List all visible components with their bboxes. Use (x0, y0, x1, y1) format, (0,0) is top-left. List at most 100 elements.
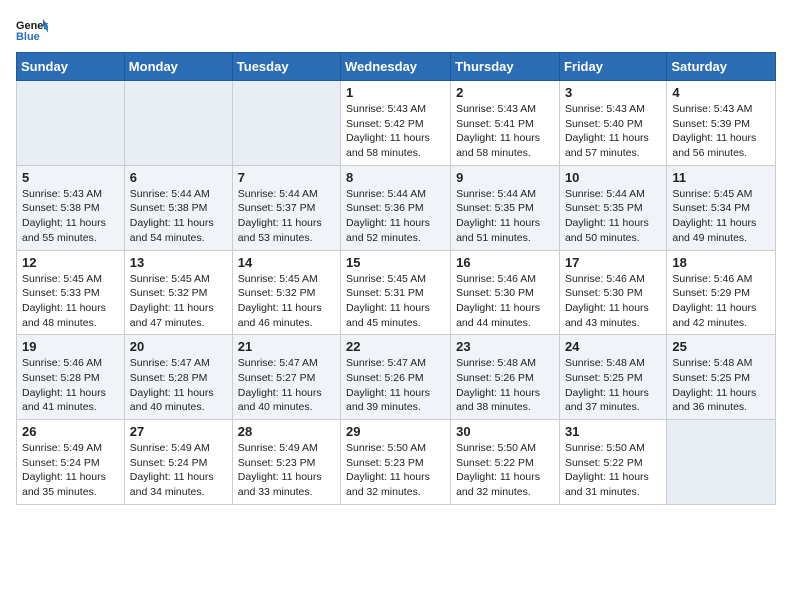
calendar-cell: 23 Sunrise: 5:48 AM Sunset: 5:26 PM Dayli… (451, 335, 560, 420)
day-number: 8 (346, 170, 445, 185)
day-number: 17 (565, 255, 661, 270)
day-info: Sunrise: 5:44 AM Sunset: 5:35 PM Dayligh… (565, 187, 661, 246)
day-info: Sunrise: 5:50 AM Sunset: 5:23 PM Dayligh… (346, 441, 445, 500)
day-number: 6 (130, 170, 227, 185)
calendar-cell: 21 Sunrise: 5:47 AM Sunset: 5:27 PM Dayli… (232, 335, 340, 420)
week-row-4: 19Sunrise: 5:46 AM Sunset: 5:28 PM Dayli… (17, 335, 776, 420)
day-number: 27 (130, 424, 227, 439)
day-number: 13 (130, 255, 227, 270)
calendar-cell: 24 Sunrise: 5:48 AM Sunset: 5:25 PM Dayli… (559, 335, 666, 420)
day-number: 25 (672, 339, 770, 354)
day-info: Sunrise: 5:46 AM Sunset: 5:30 PM Dayligh… (456, 272, 554, 331)
page-header: General Blue (16, 16, 776, 44)
day-number: 18 (672, 255, 770, 270)
day-number: 29 (346, 424, 445, 439)
day-info: Sunrise: 5:49 AM Sunset: 5:23 PM Dayligh… (238, 441, 335, 500)
calendar-cell: 30Sunrise: 5:50 AM Sunset: 5:22 PM Dayli… (451, 420, 560, 505)
day-info: Sunrise: 5:47 AM Sunset: 5:27 PM Dayligh… (238, 356, 335, 415)
logo: General Blue (16, 16, 48, 44)
calendar-cell: 19Sunrise: 5:46 AM Sunset: 5:28 PM Dayli… (17, 335, 125, 420)
day-number: 22 (346, 339, 445, 354)
calendar-cell (17, 81, 125, 166)
day-info: Sunrise: 5:44 AM Sunset: 5:35 PM Dayligh… (456, 187, 554, 246)
day-info: Sunrise: 5:48 AM Sunset: 5:25 PM Dayligh… (672, 356, 770, 415)
weekday-header-tuesday: Tuesday (232, 53, 340, 81)
day-number: 2 (456, 85, 554, 100)
calendar-cell: 29 Sunrise: 5:50 AM Sunset: 5:23 PM Dayli… (341, 420, 451, 505)
day-number: 10 (565, 170, 661, 185)
day-info: Sunrise: 5:44 AM Sunset: 5:37 PM Dayligh… (238, 187, 335, 246)
day-info: Sunrise: 5:45 AM Sunset: 5:32 PM Dayligh… (130, 272, 227, 331)
logo-icon: General Blue (16, 16, 48, 44)
day-info: Sunrise: 5:50 AM Sunset: 5:22 PM Dayligh… (456, 441, 554, 500)
weekday-header-monday: Monday (124, 53, 232, 81)
calendar-cell: 11 Sunrise: 5:45 AM Sunset: 5:34 PM Dayli… (667, 165, 776, 250)
calendar-cell: 28 Sunrise: 5:49 AM Sunset: 5:23 PM Dayli… (232, 420, 340, 505)
day-info: Sunrise: 5:46 AM Sunset: 5:30 PM Dayligh… (565, 272, 661, 331)
day-info: Sunrise: 5:46 AM Sunset: 5:28 PM Dayligh… (22, 356, 119, 415)
day-info: Sunrise: 5:44 AM Sunset: 5:38 PM Dayligh… (130, 187, 227, 246)
day-number: 24 (565, 339, 661, 354)
day-info: Sunrise: 5:48 AM Sunset: 5:26 PM Dayligh… (456, 356, 554, 415)
calendar-table: SundayMondayTuesdayWednesdayThursdayFrid… (16, 52, 776, 505)
weekday-header-saturday: Saturday (667, 53, 776, 81)
calendar-cell: 9Sunrise: 5:44 AM Sunset: 5:35 PM Daylig… (451, 165, 560, 250)
calendar-cell: 3Sunrise: 5:43 AM Sunset: 5:40 PM Daylig… (559, 81, 666, 166)
day-number: 3 (565, 85, 661, 100)
weekday-header-wednesday: Wednesday (341, 53, 451, 81)
day-number: 20 (130, 339, 227, 354)
day-number: 23 (456, 339, 554, 354)
day-info: Sunrise: 5:50 AM Sunset: 5:22 PM Dayligh… (565, 441, 661, 500)
day-number: 1 (346, 85, 445, 100)
day-info: Sunrise: 5:43 AM Sunset: 5:38 PM Dayligh… (22, 187, 119, 246)
calendar-cell: 14 Sunrise: 5:45 AM Sunset: 5:32 PM Dayli… (232, 250, 340, 335)
day-info: Sunrise: 5:43 AM Sunset: 5:41 PM Dayligh… (456, 102, 554, 161)
day-number: 31 (565, 424, 661, 439)
day-info: Sunrise: 5:44 AM Sunset: 5:36 PM Dayligh… (346, 187, 445, 246)
day-number: 15 (346, 255, 445, 270)
week-row-5: 26 Sunrise: 5:49 AM Sunset: 5:24 PM Dayli… (17, 420, 776, 505)
day-info: Sunrise: 5:49 AM Sunset: 5:24 PM Dayligh… (130, 441, 227, 500)
day-number: 16 (456, 255, 554, 270)
day-info: Sunrise: 5:43 AM Sunset: 5:39 PM Dayligh… (672, 102, 770, 161)
day-info: Sunrise: 5:43 AM Sunset: 5:42 PM Dayligh… (346, 102, 445, 161)
day-info: Sunrise: 5:45 AM Sunset: 5:34 PM Dayligh… (672, 187, 770, 246)
calendar-cell (232, 81, 340, 166)
calendar-cell: 27 Sunrise: 5:49 AM Sunset: 5:24 PM Dayli… (124, 420, 232, 505)
calendar-cell: 10 Sunrise: 5:44 AM Sunset: 5:35 PM Dayli… (559, 165, 666, 250)
day-number: 26 (22, 424, 119, 439)
weekday-header-friday: Friday (559, 53, 666, 81)
calendar-cell: 25 Sunrise: 5:48 AM Sunset: 5:25 PM Dayli… (667, 335, 776, 420)
day-number: 28 (238, 424, 335, 439)
day-info: Sunrise: 5:47 AM Sunset: 5:26 PM Dayligh… (346, 356, 445, 415)
calendar-cell: 12 Sunrise: 5:45 AM Sunset: 5:33 PM Dayli… (17, 250, 125, 335)
day-number: 14 (238, 255, 335, 270)
day-info: Sunrise: 5:47 AM Sunset: 5:28 PM Dayligh… (130, 356, 227, 415)
calendar-cell (667, 420, 776, 505)
week-row-3: 12 Sunrise: 5:45 AM Sunset: 5:33 PM Dayli… (17, 250, 776, 335)
weekday-header-row: SundayMondayTuesdayWednesdayThursdayFrid… (17, 53, 776, 81)
day-info: Sunrise: 5:45 AM Sunset: 5:31 PM Dayligh… (346, 272, 445, 331)
calendar-cell: 15 Sunrise: 5:45 AM Sunset: 5:31 PM Dayli… (341, 250, 451, 335)
calendar-cell: 31 Sunrise: 5:50 AM Sunset: 5:22 PM Dayli… (559, 420, 666, 505)
calendar-cell: 8 Sunrise: 5:44 AM Sunset: 5:36 PM Daylig… (341, 165, 451, 250)
weekday-header-thursday: Thursday (451, 53, 560, 81)
calendar-cell: 5Sunrise: 5:43 AM Sunset: 5:38 PM Daylig… (17, 165, 125, 250)
week-row-1: 1 Sunrise: 5:43 AM Sunset: 5:42 PM Daylig… (17, 81, 776, 166)
day-info: Sunrise: 5:45 AM Sunset: 5:32 PM Dayligh… (238, 272, 335, 331)
day-number: 12 (22, 255, 119, 270)
calendar-cell (124, 81, 232, 166)
day-number: 7 (238, 170, 335, 185)
day-info: Sunrise: 5:48 AM Sunset: 5:25 PM Dayligh… (565, 356, 661, 415)
calendar-cell: 6 Sunrise: 5:44 AM Sunset: 5:38 PM Daylig… (124, 165, 232, 250)
day-info: Sunrise: 5:49 AM Sunset: 5:24 PM Dayligh… (22, 441, 119, 500)
calendar-cell: 4 Sunrise: 5:43 AM Sunset: 5:39 PM Daylig… (667, 81, 776, 166)
day-number: 4 (672, 85, 770, 100)
day-number: 11 (672, 170, 770, 185)
day-number: 21 (238, 339, 335, 354)
day-info: Sunrise: 5:45 AM Sunset: 5:33 PM Dayligh… (22, 272, 119, 331)
calendar-cell: 18Sunrise: 5:46 AM Sunset: 5:29 PM Dayli… (667, 250, 776, 335)
calendar-cell: 16 Sunrise: 5:46 AM Sunset: 5:30 PM Dayli… (451, 250, 560, 335)
week-row-2: 5Sunrise: 5:43 AM Sunset: 5:38 PM Daylig… (17, 165, 776, 250)
calendar-cell: 13 Sunrise: 5:45 AM Sunset: 5:32 PM Dayli… (124, 250, 232, 335)
